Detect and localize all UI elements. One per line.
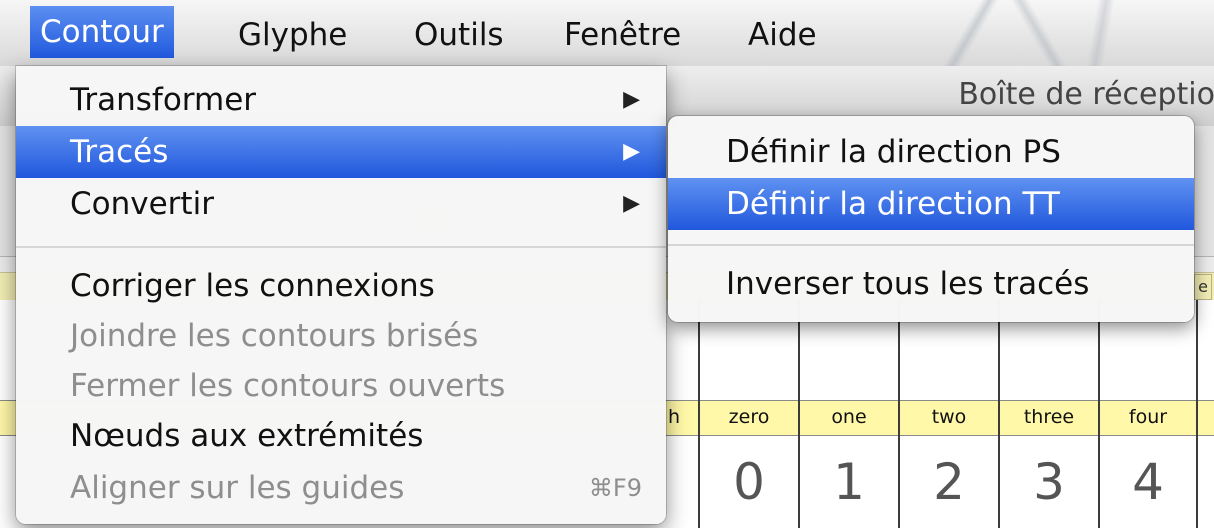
menu-item-label: Joindre les contours brisés xyxy=(70,318,479,354)
submenu-item-inverser-traces[interactable]: Inverser tous les tracés xyxy=(668,258,1194,310)
menu-item-label: Fermer les contours ouverts xyxy=(70,368,506,404)
menu-item-joindre-contours: Joindre les contours brisés xyxy=(16,310,666,362)
glyph-cell-four[interactable]: 4 xyxy=(1100,440,1196,524)
submenu-item-direction-ps[interactable]: Définir la direction PS xyxy=(668,126,1194,178)
contour-menu: Transformer ▶ Tracés ▶ Convertir ▶ Corri… xyxy=(16,66,666,524)
glyph-cell-three[interactable]: 3 xyxy=(1001,440,1097,524)
menu-item-label: Convertir xyxy=(70,186,214,222)
menu-item-traces[interactable]: Tracés ▶ xyxy=(16,126,666,178)
glyph-name-zero: zero xyxy=(728,406,770,428)
glyph-cell-two[interactable]: 2 xyxy=(901,440,997,524)
menu-item-aligner-guides: Aligner sur les guides ⌘F9 xyxy=(16,462,666,514)
shortcut-label: ⌘F9 xyxy=(588,474,642,502)
menu-item-label: Corriger les connexions xyxy=(70,268,435,304)
submenu-item-label: Définir la direction TT xyxy=(726,186,1060,222)
submenu-separator xyxy=(668,244,1194,246)
menu-item-label: Nœuds aux extrémités xyxy=(70,418,424,454)
menu-item-label: Tracés xyxy=(70,134,169,170)
menu-aide[interactable]: Aide xyxy=(738,13,827,57)
window-title: Boîte de réception xyxy=(958,77,1214,112)
submenu-arrow-icon: ▶ xyxy=(623,87,640,112)
menu-item-label: Transformer xyxy=(70,82,257,118)
menu-item-corriger-connexions[interactable]: Corriger les connexions xyxy=(16,260,666,312)
submenu-item-label: Inverser tous les tracés xyxy=(726,266,1090,302)
category-tag: e xyxy=(1194,274,1212,300)
menubar-background-decoration xyxy=(800,0,1214,66)
glyph-cell-zero[interactable]: 0 xyxy=(701,440,797,524)
menu-bar: Contour Glyphe Outils Fenêtre Aide xyxy=(0,0,1214,67)
submenu-item-label: Définir la direction PS xyxy=(726,134,1061,170)
submenu-arrow-icon: ▶ xyxy=(623,139,640,164)
glyph-name-partial: h xyxy=(668,406,681,428)
glyph-name-four: four xyxy=(1128,406,1168,428)
menu-item-label: Aligner sur les guides xyxy=(70,470,405,506)
glyph-name-one: one xyxy=(831,406,867,428)
menu-outils[interactable]: Outils xyxy=(404,13,514,57)
glyph-name-two: two xyxy=(931,406,967,428)
submenu-arrow-icon: ▶ xyxy=(623,191,640,216)
menu-item-convertir[interactable]: Convertir ▶ xyxy=(16,178,666,230)
menu-fenetre[interactable]: Fenêtre xyxy=(554,13,691,57)
menu-item-transformer[interactable]: Transformer ▶ xyxy=(16,74,666,126)
submenu-item-direction-tt[interactable]: Définir la direction TT xyxy=(668,178,1194,230)
menu-item-fermer-contours: Fermer les contours ouverts xyxy=(16,360,666,412)
traces-submenu: Définir la direction PS Définir la direc… xyxy=(668,116,1194,322)
menu-contour[interactable]: Contour xyxy=(30,6,174,58)
menu-glyphe[interactable]: Glyphe xyxy=(228,13,357,57)
menu-item-noeuds-extremites[interactable]: Nœuds aux extrémités xyxy=(16,410,666,462)
menu-separator xyxy=(16,246,666,248)
glyph-cell-one[interactable]: 1 xyxy=(801,440,897,524)
glyph-name-three: three xyxy=(1023,406,1075,428)
